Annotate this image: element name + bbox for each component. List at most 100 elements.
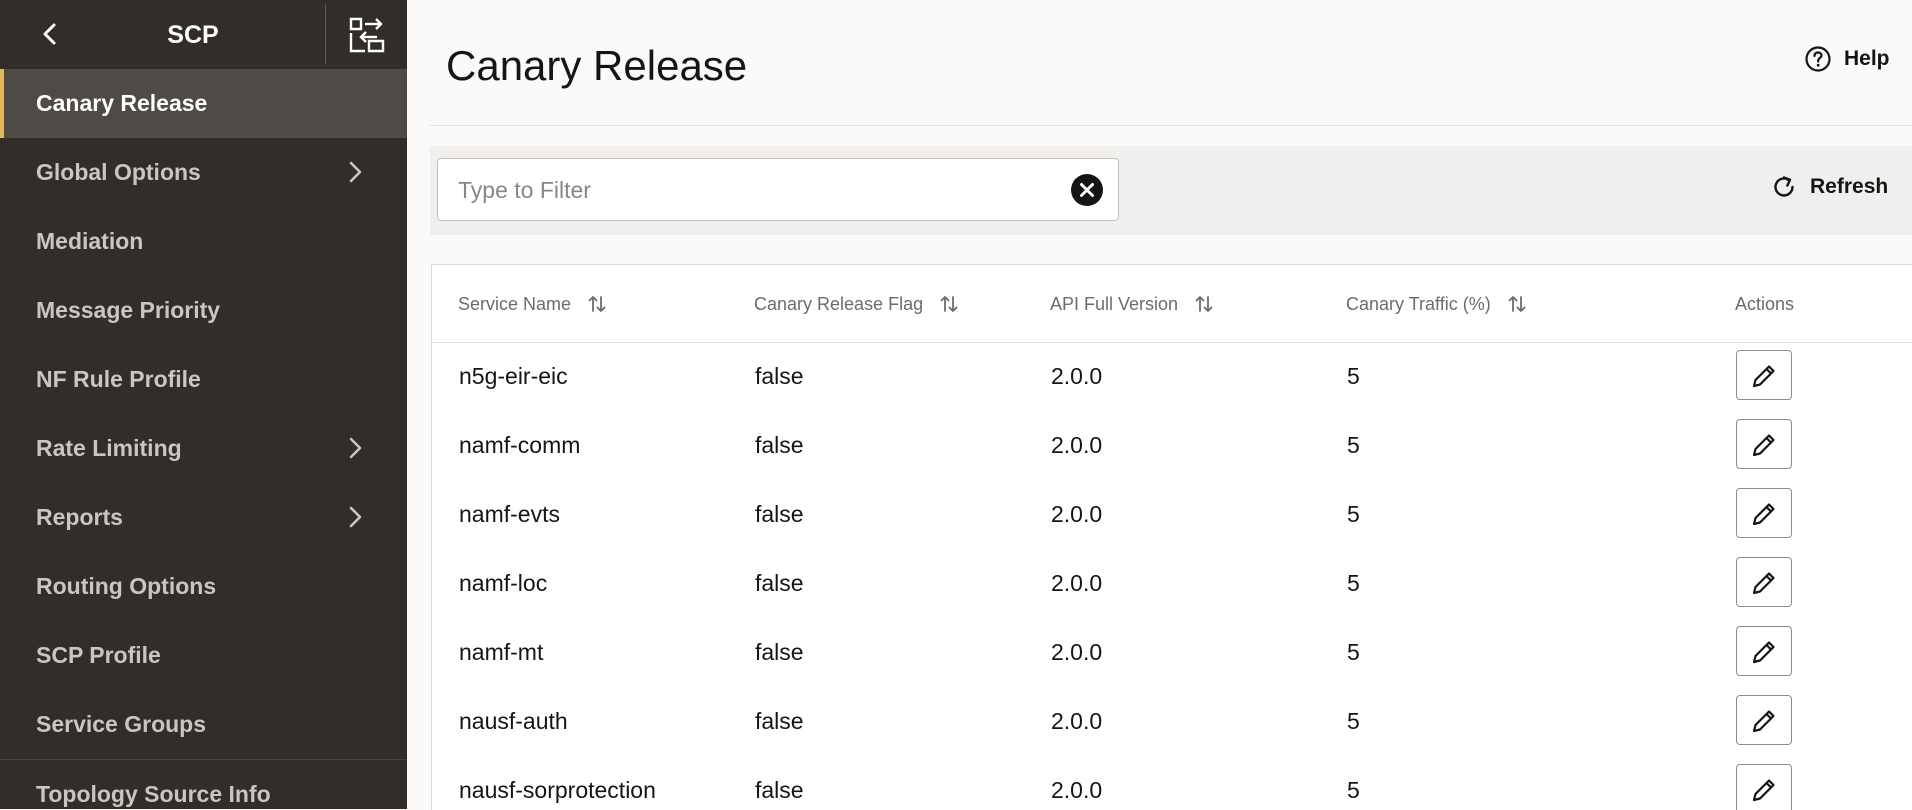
filter-field: [437, 158, 1119, 221]
sidebar-item-label: SCP Profile: [36, 642, 161, 668]
cell-canary-traffic: 5: [1347, 777, 1360, 803]
sidebar-item-label: Topology Source Info: [36, 781, 271, 807]
edit-button[interactable]: [1736, 350, 1792, 400]
column-header-api-full-version[interactable]: API Full Version: [1050, 265, 1214, 342]
sidebar-item-canary-release[interactable]: Canary Release: [0, 69, 407, 138]
cell-service-name: namf-evts: [459, 501, 560, 527]
sidebar-item-nf-rule-profile[interactable]: NF Rule Profile: [0, 345, 407, 414]
column-header-label: Service Name: [458, 293, 572, 314]
edit-button[interactable]: [1736, 764, 1792, 810]
sort-arrows-icon[interactable]: [1194, 294, 1214, 314]
cell-api-full-version: 2.0.0: [1051, 501, 1103, 527]
cell-canary-traffic: 5: [1347, 708, 1360, 734]
help-circle-icon: [1805, 46, 1831, 72]
chevron-right-icon: [349, 437, 362, 459]
sidebar-item-global-options[interactable]: Global Options: [0, 138, 407, 207]
column-header-service-name[interactable]: Service Name: [458, 265, 607, 342]
sort-arrows-icon[interactable]: [1507, 294, 1527, 314]
edit-button[interactable]: [1736, 626, 1792, 676]
help-button[interactable]: Help: [1804, 44, 1890, 74]
cell-canary-traffic: 5: [1347, 639, 1360, 665]
chevron-right-icon: [349, 506, 362, 528]
sidebar-item-rate-limiting[interactable]: Rate Limiting: [0, 414, 407, 483]
sort-arrows-icon[interactable]: [939, 294, 959, 314]
cell-api-full-version: 2.0.0: [1051, 363, 1103, 389]
sidebar-item-label: Mediation: [36, 228, 144, 254]
sidebar-item-label: Rate Limiting: [36, 435, 182, 461]
cell-api-full-version: 2.0.0: [1051, 432, 1103, 458]
table-row: namf-mt false 2.0.0 5: [432, 618, 1912, 687]
table-row: nausf-sorprotection false 2.0.0 5: [432, 756, 1912, 810]
pencil-icon: [1752, 779, 1775, 802]
back-button[interactable]: [34, 18, 66, 50]
column-header-canary-release-flag[interactable]: Canary Release Flag: [754, 265, 959, 342]
cell-service-name: n5g-eir-eic: [459, 363, 568, 389]
sidebar-item-label: Global Options: [36, 159, 201, 185]
cell-service-name: namf-comm: [459, 432, 581, 458]
sidebar-header-divider: [325, 4, 326, 64]
collapse-panel-icon: [349, 17, 385, 53]
sidebar-item-mediation[interactable]: Mediation: [0, 207, 407, 276]
table-header: Service Name Canary Release Flag API Full …: [432, 265, 1912, 343]
refresh-button[interactable]: Refresh: [1770, 170, 1888, 204]
cell-service-name: namf-mt: [459, 639, 544, 665]
pencil-icon: [1752, 503, 1775, 526]
pencil-icon: [1752, 641, 1775, 664]
refresh-label: Refresh: [1810, 175, 1889, 198]
edit-button[interactable]: [1736, 419, 1792, 469]
page-title: Canary Release: [446, 42, 748, 89]
column-header-label: Actions: [1735, 293, 1795, 314]
help-label: Help: [1844, 47, 1890, 70]
cell-api-full-version: 2.0.0: [1051, 708, 1103, 734]
sidebar-item-label: Service Groups: [36, 711, 207, 737]
cell-service-name: nausf-sorprotection: [459, 777, 656, 803]
sidebar-item-label: Message Priority: [36, 297, 221, 323]
sidebar-item-label: Routing Options: [36, 573, 217, 599]
edit-button[interactable]: [1736, 557, 1792, 607]
sidebar-nav-list: Canary Release Global Options Mediation Mes…: [0, 69, 407, 809]
sidebar-item-scp-profile[interactable]: SCP Profile: [0, 621, 407, 690]
filter-input[interactable]: [456, 169, 1040, 211]
column-header-canary-traffic[interactable]: Canary Traffic (%): [1346, 265, 1527, 342]
cell-canary-traffic: 5: [1347, 363, 1360, 389]
cell-canary-release-flag: false: [755, 708, 804, 734]
cell-canary-release-flag: false: [755, 501, 804, 527]
chevron-right-icon: [349, 161, 362, 183]
sidebar-item-label: Canary Release: [36, 90, 208, 116]
pencil-icon: [1752, 710, 1775, 733]
sidebar-item-label: NF Rule Profile: [36, 366, 201, 392]
cell-canary-traffic: 5: [1347, 432, 1360, 458]
table-row: namf-loc false 2.0.0 5: [432, 549, 1912, 618]
cell-api-full-version: 2.0.0: [1051, 570, 1103, 596]
pencil-icon: [1752, 434, 1775, 457]
table-row: namf-evts false 2.0.0 5: [432, 480, 1912, 549]
sidebar-item-service-groups[interactable]: Service Groups: [0, 690, 407, 759]
sidebar-item-reports[interactable]: Reports: [0, 483, 407, 552]
sidebar: SCP Canary Release Global Options Mediatio…: [0, 0, 407, 809]
canary-release-table: Service Name Canary Release Flag API Full …: [431, 264, 1912, 810]
table-row: namf-comm false 2.0.0 5: [432, 411, 1912, 480]
close-circle-icon: [1071, 174, 1103, 206]
cell-service-name: namf-loc: [459, 570, 548, 596]
sidebar-item-routing-options[interactable]: Routing Options: [0, 552, 407, 621]
collapse-panel-button[interactable]: [347, 15, 387, 55]
sort-arrows-icon[interactable]: [587, 294, 607, 314]
chevron-left-icon: [43, 23, 56, 45]
pencil-icon: [1752, 365, 1775, 388]
sidebar-item-message-priority[interactable]: Message Priority: [0, 276, 407, 345]
cell-canary-traffic: 5: [1347, 570, 1360, 596]
column-header-label: Canary Release Flag: [754, 293, 924, 314]
column-header-label: Canary Traffic (%): [1346, 293, 1491, 314]
cell-service-name: nausf-auth: [459, 708, 568, 734]
cell-canary-release-flag: false: [755, 639, 804, 665]
header-divider: [430, 125, 1912, 126]
sidebar-item-label: Reports: [36, 504, 123, 530]
cell-canary-release-flag: false: [755, 570, 804, 596]
edit-button[interactable]: [1736, 695, 1792, 745]
sidebar-item-topology-source-info[interactable]: Topology Source Info: [0, 759, 407, 809]
refresh-icon: [1774, 176, 1794, 197]
edit-button[interactable]: [1736, 488, 1792, 538]
column-header-actions: Actions: [1735, 265, 1794, 342]
column-header-label: API Full Version: [1050, 293, 1179, 314]
clear-filter-button[interactable]: [1070, 173, 1104, 207]
